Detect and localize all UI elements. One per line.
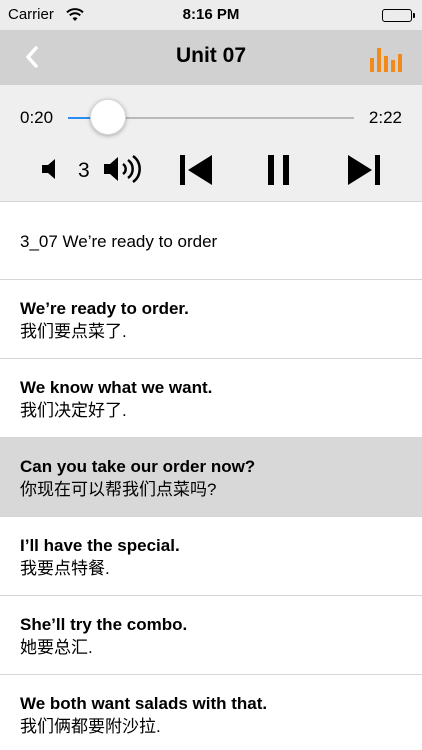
sentence-english: We’re ready to order.	[20, 299, 189, 318]
lesson-header: 3_07 We’re ready to order	[0, 202, 422, 280]
pause-button[interactable]	[266, 153, 292, 187]
pause-icon	[268, 155, 289, 185]
elapsed-time: 0:20	[20, 108, 54, 127]
status-bar: Carrier 8:16 PM	[0, 0, 422, 30]
sentence-row[interactable]: I’ll have the special. 我要点特餐.	[0, 517, 422, 596]
sentence-row[interactable]: We know what we want. 我们决定好了.	[0, 359, 422, 438]
page-title: Unit 07	[175, 44, 246, 67]
equalizer-button[interactable]	[370, 44, 402, 72]
volume-level: 3	[78, 159, 90, 182]
volume-down-button[interactable]	[40, 157, 64, 181]
previous-track-button[interactable]	[178, 153, 214, 187]
sentence-row[interactable]: She’ll try the combo. 她要总汇.	[0, 596, 422, 675]
skip-back-icon	[180, 155, 212, 185]
sentence-chinese: 我们俩都要附沙拉.	[20, 717, 161, 736]
sentence-chinese: 我要点特餐.	[20, 559, 110, 578]
equalizer-icon	[370, 48, 402, 72]
sentence-english: She’ll try the combo.	[20, 615, 188, 634]
sentence-english: I’ll have the special.	[20, 536, 180, 555]
sentence-list: 3_07 We’re ready to order We’re ready to…	[0, 202, 422, 750]
audio-player: 0:20 2:22 3	[0, 85, 422, 202]
clock-time: 8:16 PM	[182, 6, 240, 23]
sentence-english: Can you take our order now?	[20, 457, 256, 476]
sentence-chinese: 你现在可以帮我们点菜吗?	[20, 480, 217, 499]
skip-forward-icon	[348, 155, 380, 185]
total-time: 2:22	[368, 108, 402, 127]
sentence-english: We know what we want.	[20, 378, 213, 397]
speaker-icon	[42, 159, 55, 179]
sentence-chinese: 她要总汇.	[20, 638, 93, 657]
sentence-english: We both want salads with that.	[20, 694, 268, 713]
sentence-row[interactable]: We’re ready to order. 我们要点菜了.	[0, 280, 422, 359]
progress-thumb[interactable]	[90, 99, 126, 135]
sentence-row-selected[interactable]: Can you take our order now? 你现在可以帮我们点菜吗?	[0, 438, 422, 517]
speaker-loud-icon	[104, 154, 141, 184]
battery-icon	[382, 9, 415, 22]
navigation-bar: Unit 07	[0, 30, 422, 85]
sentence-row[interactable]: We both want salads with that. 我们俩都要附沙拉.	[0, 675, 422, 750]
sentence-chinese: 我们决定好了.	[20, 401, 127, 420]
sentence-chinese: 我们要点菜了.	[20, 322, 127, 341]
next-track-button[interactable]	[346, 153, 382, 187]
volume-up-button[interactable]	[102, 153, 144, 185]
